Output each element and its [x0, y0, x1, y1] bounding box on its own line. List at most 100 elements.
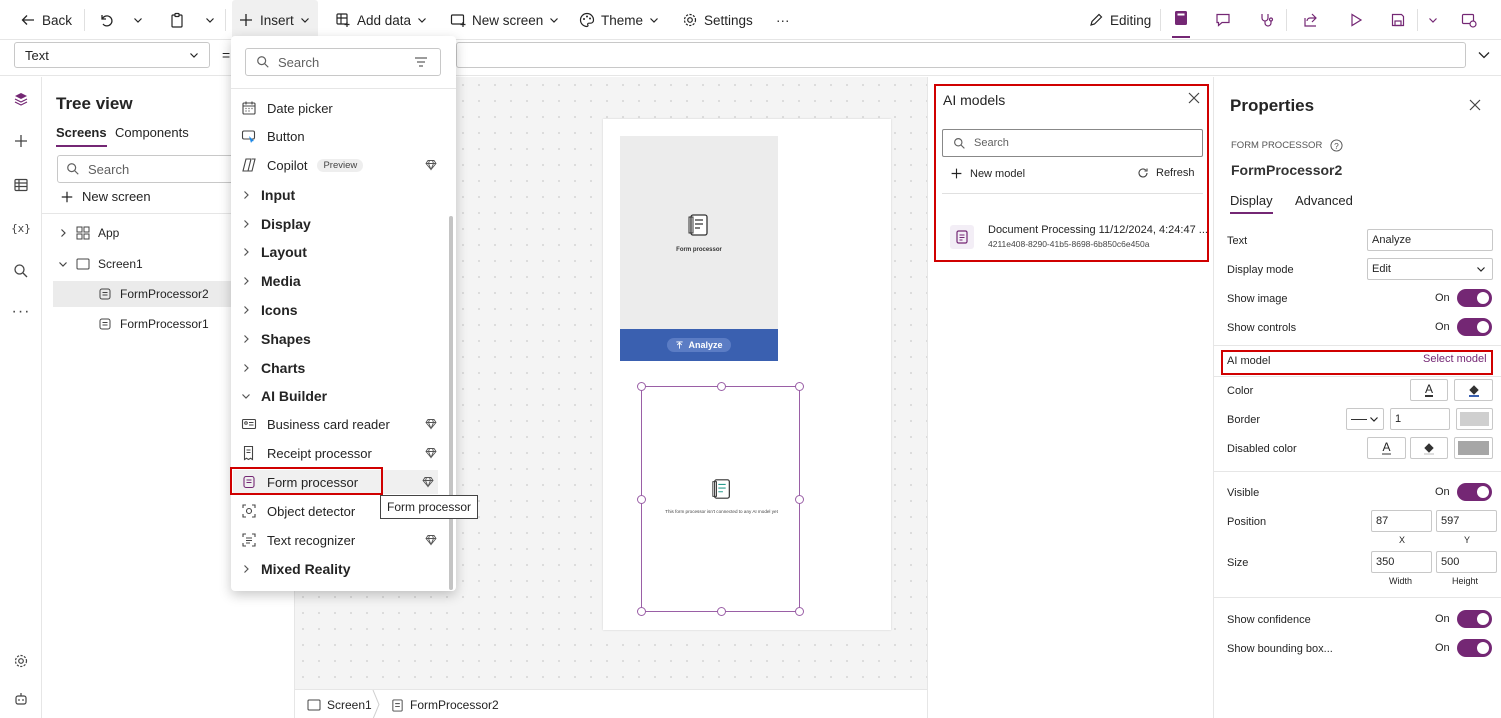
insert-category-charts[interactable]: Charts	[241, 356, 441, 380]
insert-category-input[interactable]: Input	[241, 183, 441, 207]
preview-play-button[interactable]	[1348, 0, 1364, 40]
editing-button[interactable]: Editing	[1088, 0, 1151, 40]
resize-handle[interactable]	[717, 382, 726, 391]
breadcrumb-formprocessor2[interactable]: FormProcessor2	[391, 698, 499, 712]
border-style-dropdown[interactable]	[1346, 408, 1384, 430]
data-rail-button[interactable]	[11, 175, 31, 195]
resize-handle[interactable]	[637, 607, 646, 616]
filter-icon[interactable]	[414, 56, 428, 68]
publish-button[interactable]	[1461, 0, 1477, 40]
form-processor-2[interactable]: This form processor isn't connected to a…	[641, 386, 800, 612]
insert-button[interactable]: Insert	[232, 0, 318, 40]
insert-rail-button[interactable]	[11, 131, 31, 151]
tab-display[interactable]: Display	[1230, 193, 1273, 214]
new-screen-button[interactable]: New screen	[450, 0, 559, 40]
expand-formula-button[interactable]	[1470, 42, 1498, 68]
resize-handle[interactable]	[795, 495, 804, 504]
insert-search-input[interactable]: Search	[245, 48, 441, 76]
insert-category-display[interactable]: Display	[241, 212, 441, 236]
disabled-border-color-button[interactable]	[1454, 437, 1493, 459]
display-mode-value: Edit	[1372, 263, 1391, 275]
control-type: FORM PROCESSOR ?	[1231, 139, 1343, 152]
insert-category-icons[interactable]: Icons	[241, 298, 441, 322]
more-commands-button[interactable]: ···	[776, 0, 790, 40]
disabled-font-color-button[interactable]: A	[1367, 437, 1406, 459]
screen-add-icon	[450, 12, 466, 28]
visible-toggle[interactable]	[1457, 483, 1492, 501]
theme-button[interactable]: Theme	[579, 0, 659, 40]
insert-text-recognizer[interactable]: Text recognizer	[241, 528, 441, 552]
height-input[interactable]: 500	[1436, 551, 1497, 573]
share-button[interactable]	[1303, 0, 1319, 40]
form-processor-1[interactable]: Form processor	[620, 136, 778, 329]
tree-node-formprocessor2[interactable]: FormProcessor2	[53, 281, 233, 307]
app-screen[interactable]: Form processor Analyze This form process…	[603, 119, 891, 630]
border-width-input[interactable]: 1	[1390, 408, 1450, 430]
insert-copilot[interactable]: Copilot Preview	[241, 153, 441, 177]
form-processor-label: Form processor	[620, 247, 778, 253]
comments-button[interactable]	[1215, 0, 1231, 40]
insert-category-shapes[interactable]: Shapes	[241, 327, 441, 351]
app-checker-button[interactable]	[1259, 0, 1275, 40]
variables-rail-button[interactable]: {x}	[11, 218, 31, 238]
close-icon[interactable]	[1469, 99, 1481, 111]
insert-category-ai-builder[interactable]: AI Builder	[241, 384, 441, 408]
copilot-icon	[241, 157, 257, 173]
width-input[interactable]: 350	[1371, 551, 1432, 573]
add-data-button[interactable]: Add data	[335, 0, 427, 40]
more-rail-button[interactable]: ···	[11, 302, 31, 322]
insert-category-media[interactable]: Media	[241, 269, 441, 293]
insert-category-mixed-reality[interactable]: Mixed Reality	[241, 557, 441, 581]
search-rail-button[interactable]	[11, 261, 31, 281]
copilot-app-button[interactable]	[1172, 0, 1190, 38]
show-bounding-box-toggle[interactable]	[1457, 639, 1492, 657]
fill-color-button[interactable]	[1454, 379, 1493, 401]
insert-receipt-processor[interactable]: Receipt processor	[241, 441, 441, 465]
paste-button[interactable]	[169, 0, 185, 40]
font-color-button[interactable]: A	[1410, 379, 1448, 401]
virtual-agent-rail-button[interactable]	[11, 689, 31, 709]
resize-handle[interactable]	[795, 382, 804, 391]
resize-handle[interactable]	[637, 382, 646, 391]
show-confidence-toggle[interactable]	[1457, 610, 1492, 628]
property-dropdown[interactable]: Text	[14, 42, 210, 68]
undo-dropdown[interactable]	[133, 0, 143, 40]
save-button[interactable]	[1390, 0, 1406, 40]
insert-business-card-reader[interactable]: Business card reader	[241, 412, 441, 436]
tree-view-rail-button[interactable]	[11, 89, 31, 109]
border-color-button[interactable]	[1456, 408, 1493, 430]
resize-handle[interactable]	[637, 495, 646, 504]
formula-input[interactable]	[456, 42, 1466, 68]
insert-item-label: Object detector	[267, 504, 355, 519]
analyze-bar: Analyze	[620, 329, 778, 361]
analyze-button[interactable]: Analyze	[667, 338, 730, 352]
paste-dropdown[interactable]	[205, 0, 215, 40]
insert-button-control[interactable]: Button	[241, 124, 441, 148]
resize-handle[interactable]	[717, 607, 726, 616]
insert-category-layout[interactable]: Layout	[241, 240, 441, 264]
back-button[interactable]: Back	[20, 0, 72, 40]
show-controls-toggle[interactable]	[1457, 318, 1492, 336]
settings-button[interactable]: Settings	[682, 0, 753, 40]
position-y-input[interactable]: 597	[1436, 510, 1497, 532]
display-mode-dropdown[interactable]: Edit	[1367, 258, 1493, 280]
save-dropdown[interactable]	[1428, 0, 1438, 40]
breadcrumb-screen1[interactable]: Screen1	[307, 698, 372, 712]
settings-rail-button[interactable]	[11, 651, 31, 671]
text-prop-input[interactable]: Analyze	[1367, 229, 1493, 251]
position-x-input[interactable]: 87	[1371, 510, 1432, 532]
tab-components[interactable]: Components	[115, 125, 189, 140]
show-image-toggle[interactable]	[1457, 289, 1492, 307]
plus-icon	[238, 12, 254, 28]
insert-menu-scrollbar[interactable]	[449, 216, 453, 590]
resize-handle[interactable]	[795, 607, 804, 616]
chevron-right-icon	[241, 564, 251, 574]
insert-date-picker[interactable]: Date picker	[241, 96, 441, 120]
disabled-fill-button[interactable]	[1410, 437, 1448, 459]
tab-screens[interactable]: Screens	[56, 125, 107, 147]
tab-advanced[interactable]: Advanced	[1295, 193, 1353, 208]
new-screen-link[interactable]: New screen	[60, 189, 151, 204]
undo-button[interactable]	[98, 0, 114, 40]
document-icon	[687, 213, 711, 237]
help-circle-icon[interactable]: ?	[1330, 139, 1343, 152]
